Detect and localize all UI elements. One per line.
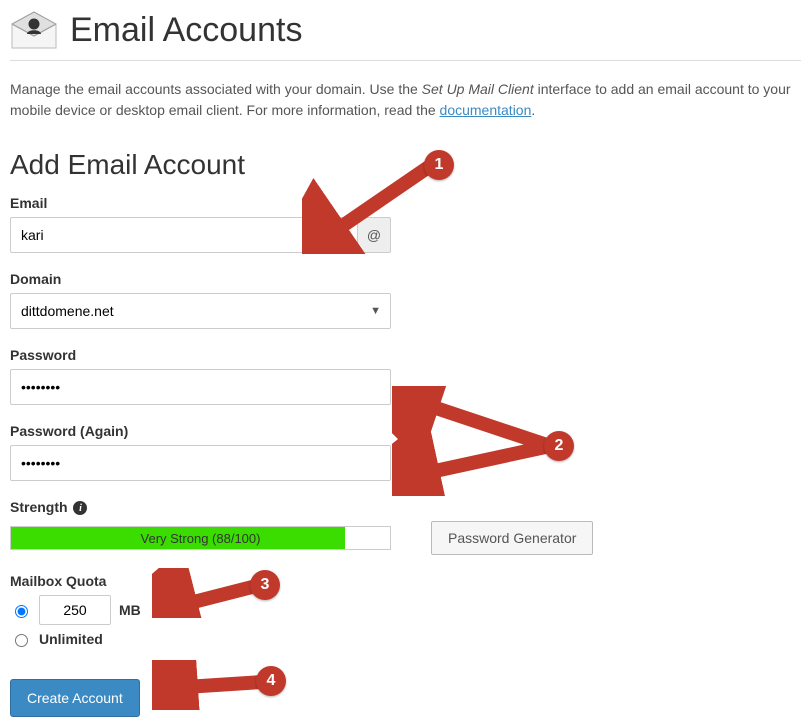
quota-input[interactable] — [39, 595, 111, 625]
password2-label: Password (Again) — [10, 423, 801, 439]
password-input[interactable] — [10, 369, 391, 405]
quota-label: Mailbox Quota — [10, 573, 801, 589]
email-row: @ — [10, 217, 391, 253]
quota-unlimited-radio[interactable] — [15, 634, 28, 647]
domain-group: Domain dittdomene.net ▼ — [10, 271, 801, 329]
badge-4: 4 — [256, 666, 286, 696]
intro-em: Set Up Mail Client — [422, 81, 534, 97]
section-title: Add Email Account — [10, 149, 801, 181]
quota-fixed-row: MB — [10, 595, 801, 625]
domain-select[interactable]: dittdomene.net — [10, 293, 391, 329]
page-root: Email Accounts Manage the email accounts… — [10, 10, 801, 717]
email-label: Email — [10, 195, 801, 211]
strength-row: Very Strong (88/100) Password Generator — [10, 521, 801, 555]
create-account-button[interactable]: Create Account — [10, 679, 140, 717]
password-generator-button[interactable]: Password Generator — [431, 521, 593, 555]
strength-bar: Very Strong (88/100) — [10, 526, 391, 550]
domain-label: Domain — [10, 271, 801, 287]
quota-fixed-radio[interactable] — [15, 605, 28, 618]
at-addon: @ — [357, 217, 391, 253]
domain-select-wrap: dittdomene.net ▼ — [10, 293, 391, 329]
info-icon[interactable]: i — [73, 501, 87, 515]
annotation-4: 4 — [152, 660, 292, 713]
quota-unit: MB — [119, 602, 141, 618]
strength-label: Strength i — [10, 499, 801, 515]
envelope-icon — [10, 10, 58, 50]
strength-text: Very Strong (88/100) — [11, 527, 390, 549]
intro-text: Manage the email accounts associated wit… — [10, 79, 801, 121]
unlimited-label: Unlimited — [39, 631, 103, 647]
quota-group: Mailbox Quota MB Unlimited — [10, 573, 801, 647]
intro-period: . — [531, 102, 535, 118]
password-label: Password — [10, 347, 801, 363]
password2-input[interactable] — [10, 445, 391, 481]
intro-part1: Manage the email accounts associated wit… — [10, 81, 422, 97]
email-input[interactable] — [10, 217, 357, 253]
documentation-link[interactable]: documentation — [440, 102, 532, 118]
strength-group: Strength i Very Strong (88/100) Password… — [10, 499, 801, 555]
email-group: Email @ — [10, 195, 801, 253]
quota-unlimited-row: Unlimited — [10, 631, 801, 647]
password-group: Password — [10, 347, 801, 405]
page-title: Email Accounts — [70, 11, 302, 50]
strength-label-text: Strength — [10, 499, 68, 515]
password2-group: Password (Again) — [10, 423, 801, 481]
page-header: Email Accounts — [10, 10, 801, 61]
